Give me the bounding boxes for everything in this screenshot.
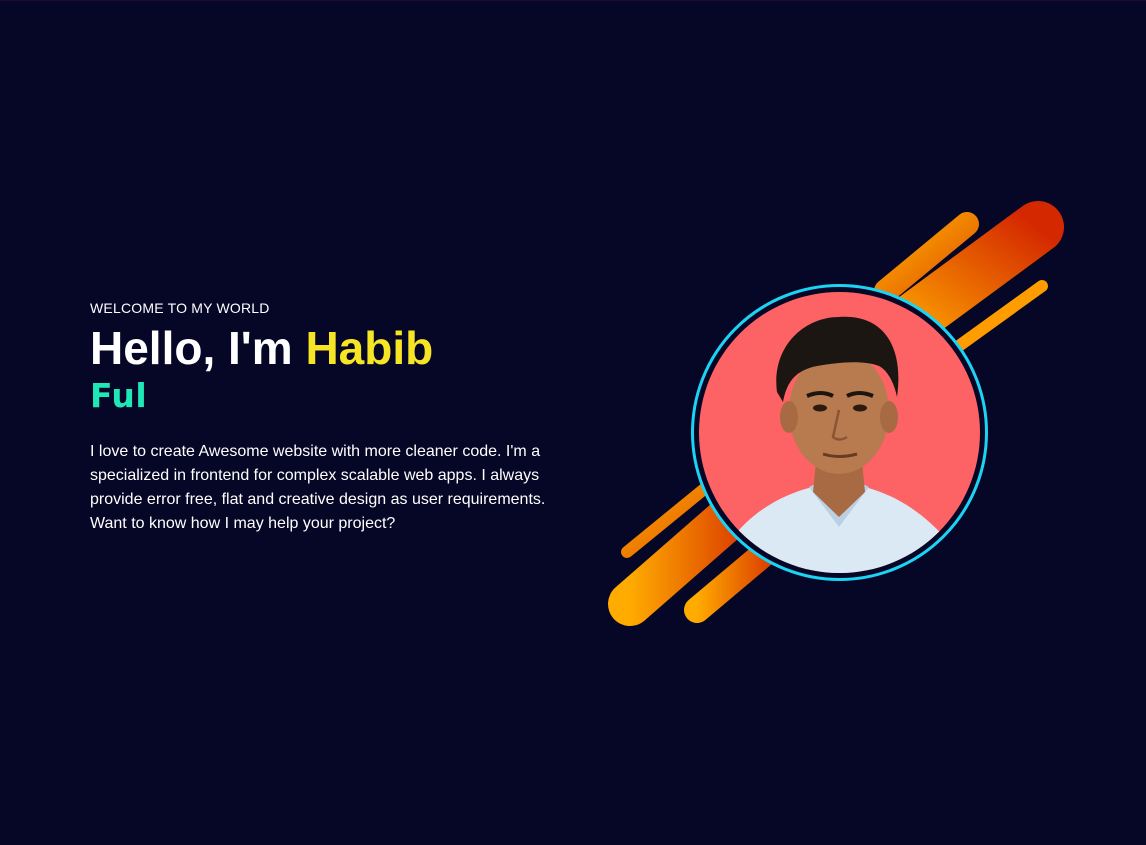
hero-eyebrow: WELCOME TO MY WORLD <box>90 300 270 316</box>
hero-headline: Hello, I'm Habib <box>90 322 570 374</box>
typed-role-text: Ful <box>90 376 148 415</box>
hero-intro: I love to create Awesome website with mo… <box>90 443 546 532</box>
headline-prefix: Hello, I'm <box>90 322 306 374</box>
avatar <box>699 292 980 573</box>
person-photo-icon <box>729 316 949 573</box>
hero-text: WELCOME TO MY WORLD Hello, I'm Habib Ful… <box>90 300 570 536</box>
hero-graphic <box>600 196 1070 636</box>
headline-name: Habib <box>305 322 434 374</box>
